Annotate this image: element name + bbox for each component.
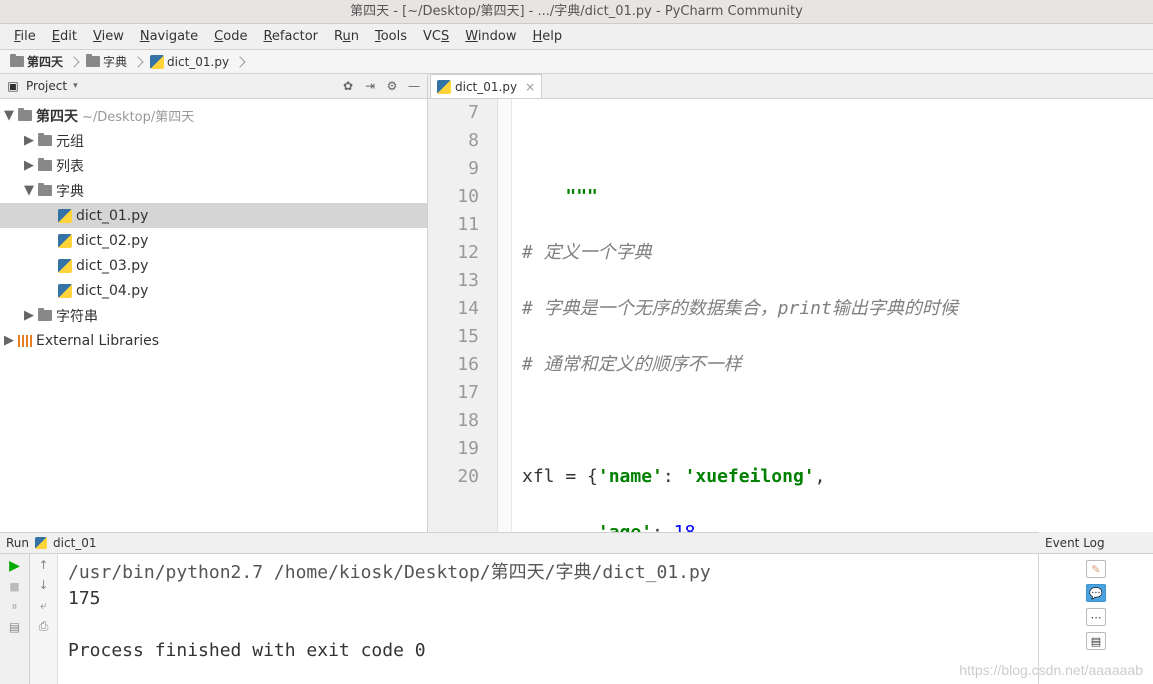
run-config-name: dict_01 [53, 536, 97, 550]
folder-icon [38, 160, 52, 171]
python-file-icon [35, 537, 47, 549]
window-title: 第四天 - [~/Desktop/第四天] - .../字典/dict_01.p… [0, 0, 1153, 24]
pane-title: Project [26, 79, 67, 93]
menu-run[interactable]: Run [328, 27, 365, 46]
menu-vcs[interactable]: VCS [417, 27, 455, 46]
menu-code[interactable]: Code [208, 27, 253, 46]
stop-icon[interactable]: ■ [9, 580, 19, 593]
folder-icon [38, 185, 52, 196]
menu-navigate[interactable]: Navigate [134, 27, 204, 46]
code-text[interactable]: """ # 定义一个字典 # 字典是一个无序的数据集合，print输出字典的时候… [512, 99, 1153, 532]
tab-label: dict_01.py [455, 80, 517, 94]
project-tree[interactable]: ▼ 第四天 ~/Desktop/第四天 ▶元组 ▶列表 ▼字典 dict_01.… [0, 99, 427, 532]
editor-pane: dict_01.py × 7891011121314151617181920 "… [428, 74, 1153, 532]
tree-file-dict04[interactable]: dict_04.py [0, 278, 427, 303]
menu-refactor[interactable]: Refactor [257, 27, 324, 46]
run-label: Run [6, 536, 29, 550]
tree-file-dict01[interactable]: dict_01.py [0, 203, 427, 228]
project-pane: ▣ Project ▾ ✿ ⇥ ⚙ — ▼ 第四天 ~/Desktop/第四天 … [0, 74, 428, 532]
folder-icon [18, 110, 32, 121]
python-file-icon [150, 55, 164, 69]
folder-icon [86, 56, 100, 67]
breadcrumb: 第四天 字典 dict_01.py [0, 50, 1153, 74]
event-icon-2[interactable]: 💬 [1086, 584, 1106, 602]
rerun-icon[interactable]: ▶ [9, 558, 20, 574]
event-log-title: Event Log [1039, 532, 1153, 554]
crumb-folder[interactable]: 字典 [82, 52, 146, 72]
print-icon[interactable]: ⎙ [39, 619, 49, 634]
tree-folder-yuanzu[interactable]: ▶元组 [0, 128, 427, 153]
tree-folder-liebiao[interactable]: ▶列表 [0, 153, 427, 178]
collapse-icon[interactable]: ⇥ [363, 79, 377, 93]
project-pane-header: ▣ Project ▾ ✿ ⇥ ⚙ — [0, 74, 427, 99]
menu-tools[interactable]: Tools [369, 27, 413, 46]
folder-icon [38, 310, 52, 321]
crumb-root[interactable]: 第四天 [6, 52, 82, 72]
pause-icon[interactable]: ⏸ [11, 599, 17, 614]
tree-folder-zidian[interactable]: ▼字典 [0, 178, 427, 203]
run-output-panel: ▶ ■ ⏸ ▤ ↑ ↓ ⤶ ⎙ /usr/bin/python2.7 /home… [0, 554, 1038, 684]
view-mode-dropdown[interactable]: ▾ [73, 81, 78, 91]
libraries-icon [18, 335, 32, 347]
menu-help[interactable]: Help [527, 27, 569, 46]
run-controls-left: ▶ ■ ⏸ ▤ [0, 554, 30, 684]
console-output[interactable]: /usr/bin/python2.7 /home/kiosk/Desktop/第… [58, 554, 1038, 684]
editor-tabs: dict_01.py × [428, 74, 1153, 99]
folder-icon [10, 56, 24, 67]
python-file-icon [58, 234, 72, 248]
tree-external-libraries[interactable]: ▶External Libraries [0, 328, 427, 353]
crumb-file[interactable]: dict_01.py [146, 52, 248, 72]
close-icon[interactable]: × [525, 80, 535, 94]
fold-column [498, 99, 512, 532]
hide-icon[interactable]: — [407, 79, 421, 93]
event-icon-1[interactable]: ✎ [1086, 560, 1106, 578]
tab-dict01[interactable]: dict_01.py × [430, 74, 542, 98]
code-editor[interactable]: 7891011121314151617181920 """ # 定义一个字典 #… [428, 99, 1153, 532]
window-icon[interactable]: ▣ [6, 79, 20, 93]
settings-icon[interactable]: ✿ [341, 79, 355, 93]
line-gutter: 7891011121314151617181920 [428, 99, 498, 532]
run-tool-header: Run dict_01 ⚙ — [0, 532, 1153, 554]
layout-icon[interactable]: ▤ [9, 620, 20, 634]
menu-bar: File Edit View Navigate Code Refactor Ru… [0, 24, 1153, 50]
run-controls-right: ↑ ↓ ⤶ ⎙ [30, 554, 58, 684]
menu-edit[interactable]: Edit [46, 27, 83, 46]
menu-view[interactable]: View [87, 27, 130, 46]
tree-folder-zifuchuan[interactable]: ▶字符串 [0, 303, 427, 328]
wrap-icon[interactable]: ⤶ [40, 598, 47, 613]
tree-file-dict02[interactable]: dict_02.py [0, 228, 427, 253]
watermark: https://blog.csdn.net/aaaaaab [959, 662, 1143, 678]
down-icon[interactable]: ↓ [38, 578, 48, 592]
event-icon-4[interactable]: ▤ [1086, 632, 1106, 650]
python-file-icon [58, 209, 72, 223]
menu-file[interactable]: File [8, 27, 42, 46]
up-icon[interactable]: ↑ [38, 558, 48, 572]
python-file-icon [58, 284, 72, 298]
menu-window[interactable]: Window [459, 27, 522, 46]
folder-icon [38, 135, 52, 146]
event-icon-3[interactable]: ⋯ [1086, 608, 1106, 626]
python-file-icon [58, 259, 72, 273]
gear-icon[interactable]: ⚙ [385, 79, 399, 93]
tree-file-dict03[interactable]: dict_03.py [0, 253, 427, 278]
python-file-icon [437, 80, 451, 94]
tree-root[interactable]: ▼ 第四天 ~/Desktop/第四天 [0, 103, 427, 128]
